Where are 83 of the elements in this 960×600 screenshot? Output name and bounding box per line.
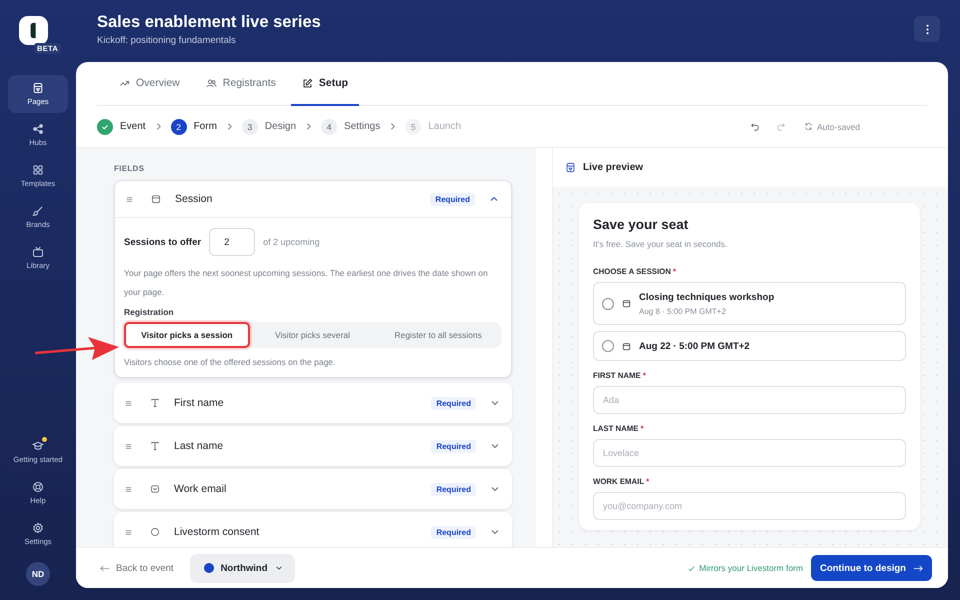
wizard-step[interactable]: 2 Form	[170, 118, 217, 134]
chevron-right-icon	[304, 122, 314, 131]
brush-icon	[32, 205, 44, 217]
drag-handle-icon[interactable]	[125, 194, 134, 204]
input-field[interactable]: you@company.com	[593, 492, 906, 520]
graduation-cap-icon	[32, 440, 44, 452]
field-name: First name	[174, 397, 225, 410]
wizard-step[interactable]: 4 Settings	[321, 118, 380, 134]
app-logo[interactable]	[19, 16, 48, 45]
tv-icon	[32, 246, 44, 258]
form-heading: Save your seat	[593, 217, 690, 232]
mail-icon	[150, 484, 160, 494]
session-title: Aug 22 · 5:00 PM GMT+2	[639, 340, 750, 352]
segment-option[interactable]: Visitor picks a session	[124, 322, 250, 348]
page-icon	[32, 82, 44, 94]
page-subtitle: Kickoff: positioning fundamentals	[97, 35, 237, 46]
lifebuoy-icon	[32, 481, 44, 493]
radio-button[interactable]	[602, 340, 614, 352]
check-icon	[101, 122, 109, 130]
session-option[interactable]: Closing techniques workshop Aug 8 · 5:00 PM GMT+2	[593, 282, 906, 325]
input-field[interactable]: Ada	[593, 386, 906, 414]
tab[interactable]: Overview	[108, 62, 191, 106]
sync-note: Mirrors your Livestorm form	[699, 563, 803, 573]
field-name: Last name	[174, 440, 224, 452]
user-avatar[interactable]: ND	[26, 562, 50, 586]
required-tag: Required	[431, 440, 476, 453]
wizard-step[interactable]: 3 Design	[242, 118, 296, 134]
form-subheading: It's free. Save your seat in seconds.	[593, 239, 728, 249]
field-name: Session	[175, 193, 214, 205]
panel-title: Live preview	[583, 162, 644, 173]
field-name: Livestorm consent	[174, 526, 260, 538]
input-field[interactable]: Lovelace	[593, 439, 906, 467]
back-link[interactable]: Back to event	[100, 562, 174, 574]
check-icon	[688, 564, 696, 572]
share-icon	[32, 123, 44, 135]
upcoming-count: of 2 upcoming	[263, 237, 320, 247]
circle-icon	[150, 527, 160, 538]
arrow-left-icon	[100, 564, 110, 572]
calendar-icon	[151, 194, 161, 204]
drag-handle-icon[interactable]	[124, 528, 133, 537]
more-icon	[926, 24, 928, 34]
grid-icon	[32, 164, 44, 176]
undo-icon[interactable]	[750, 122, 760, 132]
session-option[interactable]: Aug 22 · 5:00 PM GMT+2	[593, 331, 906, 361]
field-label: Sessions to offer	[124, 236, 202, 248]
drag-handle-icon[interactable]	[124, 484, 133, 494]
required-tag: Required	[430, 192, 475, 206]
wizard-step[interactable]: Event	[97, 118, 146, 134]
segment-option[interactable]: Visitor picks several	[250, 322, 376, 348]
section-heading: FIELDS	[114, 164, 146, 173]
continue-button[interactable]: Continue to design	[810, 555, 932, 581]
sync-icon	[804, 122, 813, 131]
calendar-icon	[622, 299, 631, 308]
calendar-icon	[622, 342, 631, 350]
edit-icon	[302, 78, 313, 88]
chevron-right-icon	[388, 122, 398, 131]
text-icon	[150, 441, 160, 452]
required-tag: Required	[431, 526, 476, 539]
field-label: Registration	[124, 307, 175, 318]
radio-button[interactable]	[602, 298, 614, 310]
drag-handle-icon[interactable]	[124, 398, 133, 408]
tab[interactable]: Registrants	[194, 62, 287, 106]
number-input[interactable]: 2	[209, 228, 256, 256]
redo-icon[interactable]	[776, 122, 786, 132]
field-name: Work email	[174, 483, 228, 496]
chevron-down-icon	[274, 564, 283, 572]
help-text: Visitors choose one of the offered sessions on the page.	[124, 357, 336, 368]
page-title: Sales enablement live series	[97, 13, 322, 32]
people-icon	[206, 78, 217, 88]
session-time: Aug 8 · 5:00 PM GMT+2	[639, 306, 727, 316]
workspace-selector[interactable]: Northwind	[190, 554, 295, 582]
arrow-right-icon	[913, 564, 923, 572]
settings-icon	[32, 522, 44, 534]
segment-option[interactable]: Register to all sessions	[375, 322, 502, 348]
session-title: Closing techniques workshop	[639, 292, 774, 302]
autosave-text: Auto-saved	[817, 122, 860, 132]
text-icon	[150, 398, 160, 408]
help-text: Your page offers the next soonest upcoming sessions. The earliest one drives the date shown on your page.	[124, 267, 489, 299]
required-tag: Required	[431, 396, 476, 410]
drag-handle-icon[interactable]	[124, 442, 133, 451]
required-tag: Required	[431, 482, 476, 496]
page-icon	[565, 162, 576, 173]
tab[interactable]: Setup	[290, 62, 360, 106]
